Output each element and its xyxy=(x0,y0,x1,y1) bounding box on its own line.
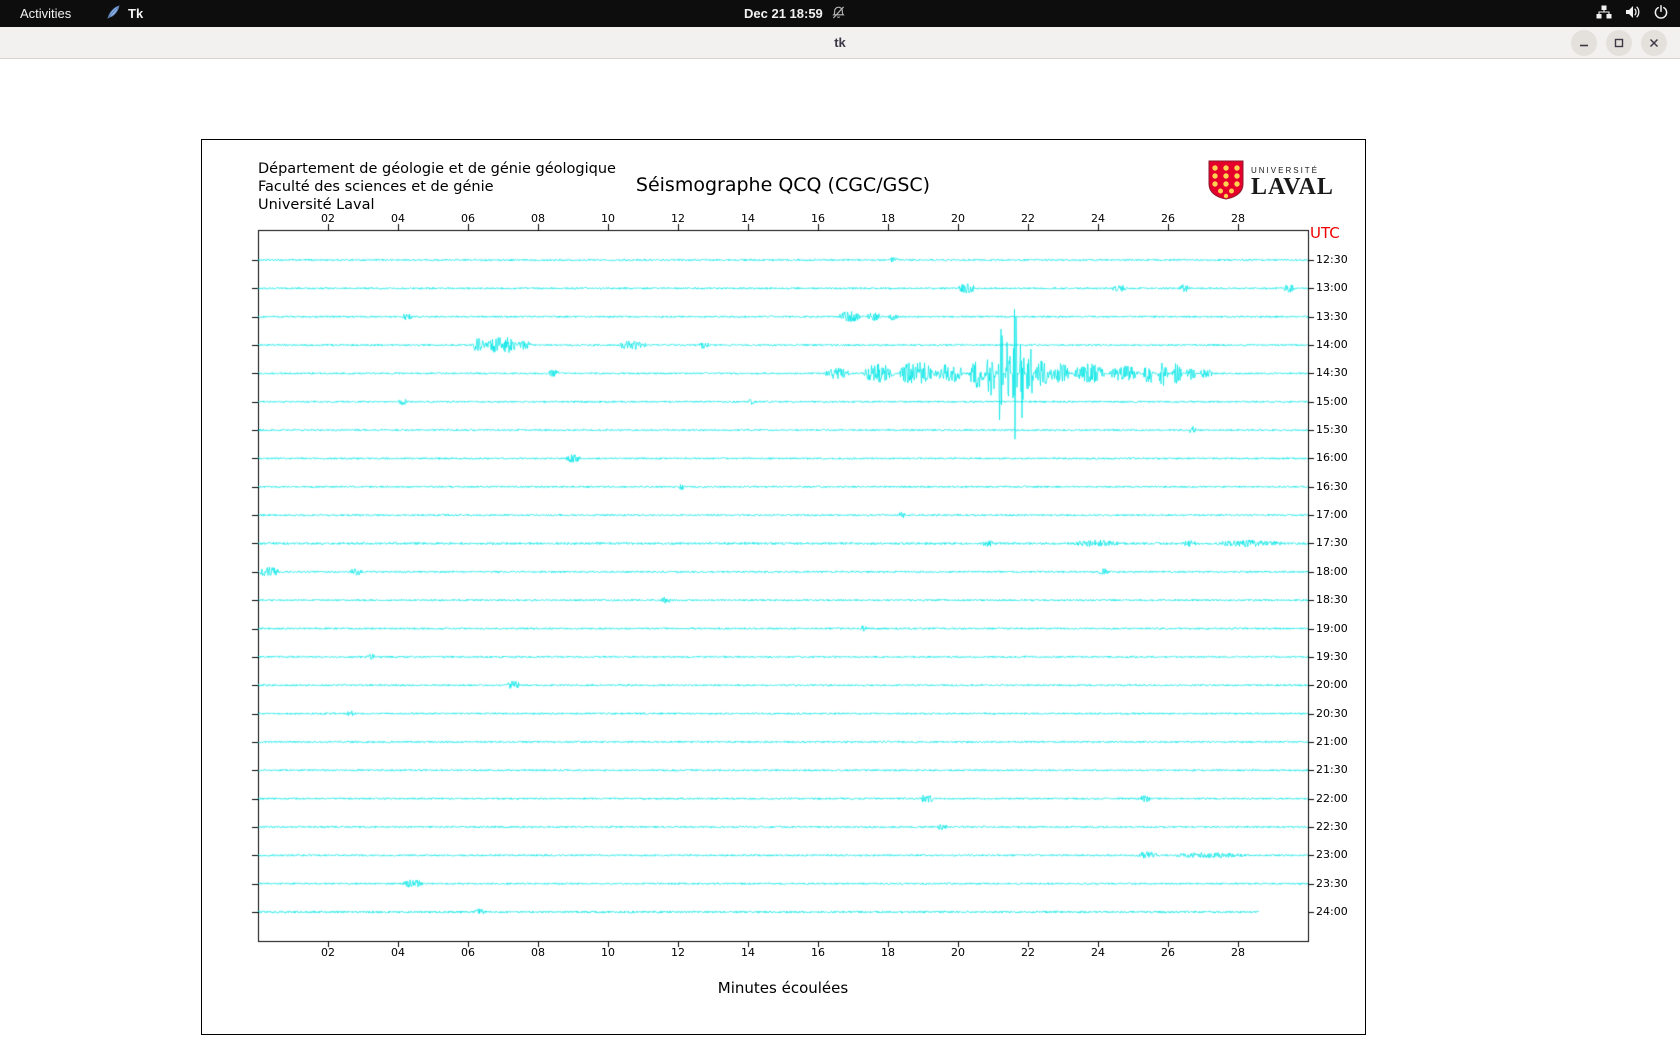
utc-time-label: 19:30 xyxy=(1316,649,1348,663)
x-tick-label-bottom: 10 xyxy=(601,946,615,959)
utc-time-label: 22:30 xyxy=(1316,819,1348,833)
utc-time-label: 13:30 xyxy=(1316,309,1348,323)
utc-time-label: 20:00 xyxy=(1316,678,1348,692)
activities-button[interactable]: Activities xyxy=(14,0,77,27)
laval-shield-icon xyxy=(1208,160,1244,205)
utc-time-label: 13:00 xyxy=(1316,281,1348,295)
logo-line2: LAVAL xyxy=(1251,174,1334,200)
utc-time-label: 19:00 xyxy=(1316,621,1348,635)
x-tick-label-bottom: 12 xyxy=(671,946,685,959)
x-tick-label-top: 28 xyxy=(1231,212,1245,225)
clock-text: Dec 21 18:59 xyxy=(744,6,823,21)
utc-time-label: 17:30 xyxy=(1316,536,1348,550)
utc-time-label: 15:00 xyxy=(1316,394,1348,408)
power-icon xyxy=(1654,5,1668,22)
x-tick-label-top: 08 xyxy=(531,212,545,225)
bell-slash-icon xyxy=(832,5,845,22)
system-status-area[interactable] xyxy=(1596,0,1668,27)
clock-menu[interactable]: Dec 21 18:59 xyxy=(744,0,845,27)
x-tick-label-bottom: 14 xyxy=(741,946,755,959)
window-titlebar[interactable]: tk xyxy=(0,27,1680,59)
utc-time-label: 23:00 xyxy=(1316,848,1348,862)
window-controls xyxy=(1571,30,1667,56)
minimize-button[interactable] xyxy=(1571,30,1597,56)
focused-app-menu[interactable]: Tk xyxy=(106,0,143,27)
feather-icon xyxy=(106,4,121,23)
window-title: tk xyxy=(834,35,846,50)
x-tick-label-bottom: 04 xyxy=(391,946,405,959)
utc-time-label: 17:00 xyxy=(1316,508,1348,522)
x-tick-label-top: 24 xyxy=(1091,212,1105,225)
figure: Département de géologie et de génie géol… xyxy=(201,139,1366,1035)
x-tick-label-top: 22 xyxy=(1021,212,1035,225)
universite-laval-logo: UNIVERSITÉ LAVAL xyxy=(1208,160,1334,205)
x-tick-label-top: 04 xyxy=(391,212,405,225)
figure-title: Séismographe QCQ (CGC/GSC) xyxy=(635,174,931,196)
x-tick-label-bottom: 24 xyxy=(1091,946,1105,959)
x-tick-label-top: 10 xyxy=(601,212,615,225)
utc-time-label: 14:00 xyxy=(1316,338,1348,352)
utc-time-label: 15:30 xyxy=(1316,423,1348,437)
x-tick-label-bottom: 16 xyxy=(811,946,825,959)
x-tick-label-top: 18 xyxy=(881,212,895,225)
close-button[interactable] xyxy=(1641,30,1667,56)
utc-time-label: 14:30 xyxy=(1316,366,1348,380)
utc-time-label: 18:30 xyxy=(1316,593,1348,607)
utc-time-label: 16:30 xyxy=(1316,479,1348,493)
utc-time-label: 12:30 xyxy=(1316,253,1348,266)
restore-icon xyxy=(1614,38,1624,48)
minimize-icon xyxy=(1580,44,1588,47)
utc-time-label: 23:30 xyxy=(1316,876,1348,890)
restore-button[interactable] xyxy=(1606,30,1632,56)
utc-time-label: 20:30 xyxy=(1316,706,1348,720)
x-axis-label: Minutes écoulées xyxy=(717,979,849,997)
x-tick-label-bottom: 08 xyxy=(531,946,545,959)
utc-time-label: 18:00 xyxy=(1316,564,1348,578)
x-tick-label-top: 16 xyxy=(811,212,825,225)
x-tick-label-bottom: 06 xyxy=(461,946,475,959)
x-tick-label-bottom: 18 xyxy=(881,946,895,959)
x-tick-label-bottom: 26 xyxy=(1161,946,1175,959)
close-icon xyxy=(1649,38,1659,48)
utc-time-label: 21:00 xyxy=(1316,734,1348,748)
x-tick-label-top: 26 xyxy=(1161,212,1175,225)
x-tick-label-top: 12 xyxy=(671,212,685,225)
x-tick-label-bottom: 20 xyxy=(951,946,965,959)
x-tick-label-top: 02 xyxy=(321,212,335,225)
tk-window-body: Département de géologie et de génie géol… xyxy=(0,60,1680,1050)
institution-line: Université Laval xyxy=(258,197,375,213)
speaker-icon xyxy=(1625,5,1641,22)
focused-app-label: Tk xyxy=(128,6,144,21)
utc-time-label: 16:00 xyxy=(1316,451,1348,465)
seismograph-canvas xyxy=(202,140,1365,1034)
gnome-top-bar: Activities Tk Dec 21 18:59 xyxy=(0,0,1680,27)
x-tick-label-top: 14 xyxy=(741,212,755,225)
utc-time-label: 24:00 xyxy=(1316,905,1348,918)
utc-label: UTC xyxy=(1310,224,1340,242)
utc-time-label: 22:00 xyxy=(1316,791,1348,805)
x-tick-label-bottom: 02 xyxy=(321,946,335,959)
network-tree-icon xyxy=(1596,5,1612,22)
x-tick-label-bottom: 28 xyxy=(1231,946,1245,959)
x-tick-label-bottom: 22 xyxy=(1021,946,1035,959)
x-tick-label-top: 20 xyxy=(951,212,965,225)
x-tick-label-top: 06 xyxy=(461,212,475,225)
utc-time-label: 21:30 xyxy=(1316,763,1348,777)
